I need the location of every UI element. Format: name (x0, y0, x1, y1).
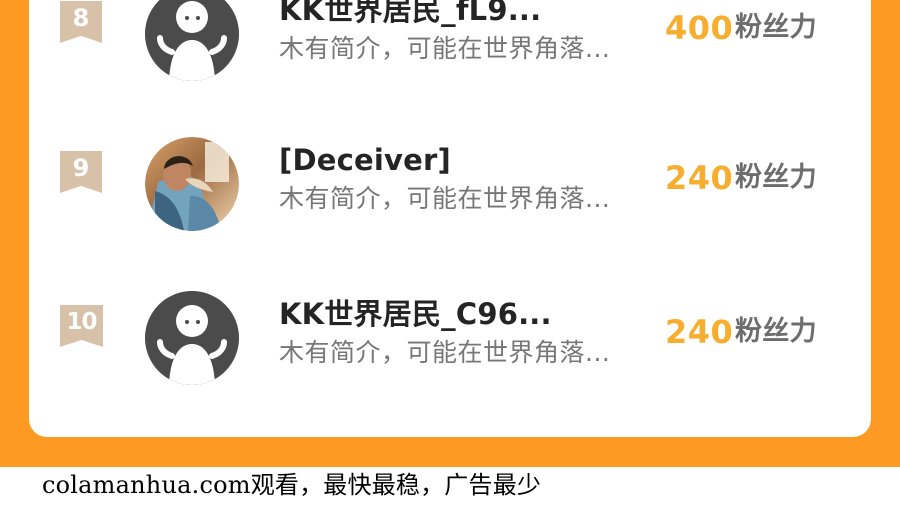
fan-power-label-8: 粉丝力 (735, 12, 817, 43)
user-photo-avatar-svg (145, 137, 239, 231)
screen: 8 KK世界居民_fL9... 木有简介，可能在世界角落... 400 粉丝力 … (0, 0, 900, 527)
user-name-8[interactable]: KK世界居民_fL9... (279, 0, 649, 31)
rank-badge-8: 8 (60, 1, 102, 43)
user-name-9[interactable]: [Deceiver] (279, 141, 649, 181)
user-bio-8: 木有简介，可能在世界角落... (279, 34, 611, 63)
orange-background: 8 KK世界居民_fL9... 木有简介，可能在世界角落... 400 粉丝力 … (0, 0, 900, 467)
ranking-row-8[interactable]: 8 KK世界居民_fL9... 木有简介，可能在世界角落... 400 粉丝力 (29, 0, 871, 103)
default-user-avatar-icon[interactable] (145, 0, 239, 81)
default-user-avatar-icon[interactable] (145, 291, 239, 385)
ranking-row-10[interactable]: 10 KK世界居民_C96... 木有简介，可能在世界角落... 240 粉丝力 (29, 291, 871, 407)
fan-power-score-9: 240 (665, 159, 734, 197)
rank-badge-10: 10 (60, 305, 103, 347)
default-user-avatar-svg (145, 291, 239, 385)
user-photo-avatar[interactable] (145, 137, 239, 231)
rank-badge-9: 9 (60, 151, 102, 193)
fan-power-ranking-card: 8 KK世界居民_fL9... 木有简介，可能在世界角落... 400 粉丝力 … (29, 0, 871, 437)
user-bio-9: 木有简介，可能在世界角落... (279, 184, 611, 213)
fan-power-score-10: 240 (665, 313, 734, 351)
user-name-10[interactable]: KK世界居民_C96... (279, 295, 649, 335)
user-bio-10: 木有简介，可能在世界角落... (279, 338, 611, 367)
site-watermark-text: colamanhua.com观看，最快最稳，广告最少 (42, 471, 542, 499)
default-user-avatar-svg (145, 0, 239, 81)
ranking-row-9[interactable]: 9 [Deceiver] 木有简介，可能在世界角落... 240 粉丝力 (29, 137, 871, 253)
fan-power-label-10: 粉丝力 (735, 316, 817, 347)
fan-power-label-9: 粉丝力 (735, 162, 817, 193)
fan-power-score-8: 400 (665, 9, 734, 47)
